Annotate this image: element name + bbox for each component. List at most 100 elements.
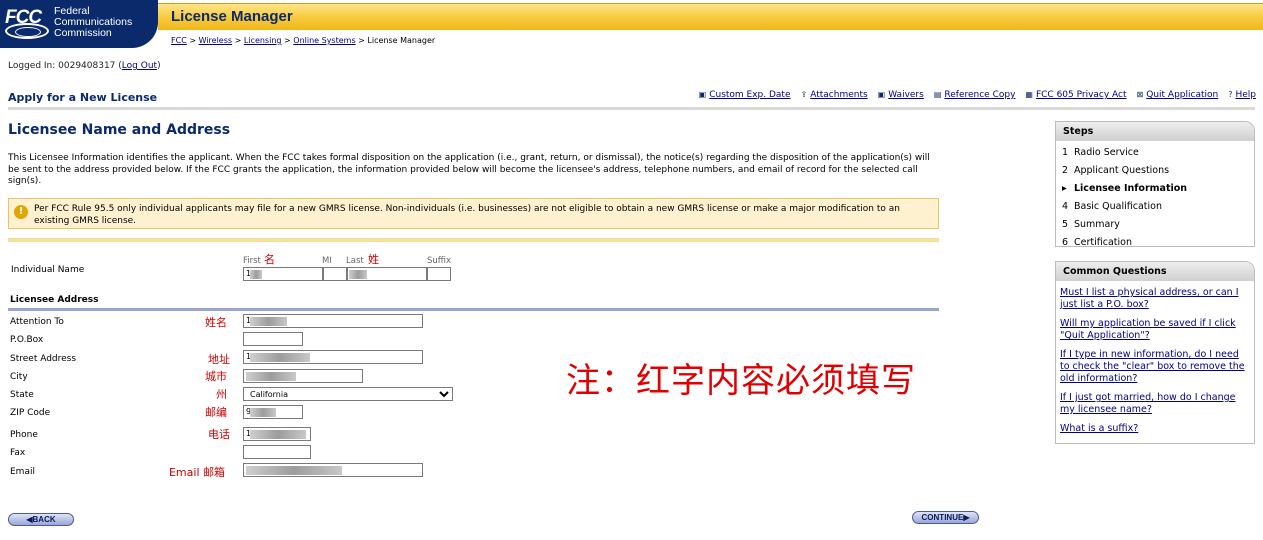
question-link[interactable]: If I just got married, how do I change m… — [1060, 392, 1235, 415]
phone-required-note: 电话 — [208, 428, 230, 441]
suffix-label: Suffix — [427, 256, 452, 266]
street-address-label: Street Address — [10, 354, 77, 364]
first-name-input[interactable]: 1 — [243, 267, 323, 281]
top-link-label[interactable]: Attachments — [810, 90, 867, 100]
attention-input[interactable]: 1 — [243, 314, 423, 328]
step-number: 1 — [1062, 147, 1069, 158]
section-title: Apply for a New License — [8, 91, 158, 104]
upload-icon: ⇪ — [800, 90, 808, 99]
fax-input[interactable] — [243, 445, 311, 459]
zip-code-label: ZIP Code — [10, 408, 51, 418]
first-name-required-note: 名 — [264, 253, 275, 266]
state-required-note: 州 — [216, 388, 227, 401]
zip-code-input[interactable]: 9 — [243, 405, 303, 419]
breadcrumb-separator: > — [355, 36, 368, 45]
breadcrumb: FCC > Wireless > Licensing > Online Syst… — [171, 36, 435, 45]
top-links: ▣ Custom Exp. Date ⇪ Attachments ▣ Waivers ▤ Re… — [689, 90, 1256, 100]
logout-link[interactable]: Log Out — [122, 61, 157, 71]
waiver-icon: ▣ — [877, 90, 886, 99]
step-number: 6 — [1062, 237, 1069, 248]
question-item: Will my application be saved if I click … — [1060, 318, 1250, 342]
question-link[interactable]: Will my application be saved if I click … — [1060, 318, 1236, 341]
street-address-input[interactable]: 1 — [243, 350, 423, 364]
login-status: Logged In: 0029408317 (Log Out) — [8, 61, 161, 71]
mi-label: MI — [322, 256, 332, 266]
required-fields-annotation: 注：红字内容必须填写 — [566, 361, 916, 401]
redacted-city — [246, 372, 296, 381]
email-required-note: Email 邮箱 — [168, 466, 225, 479]
attention-label: Attention To — [10, 317, 64, 327]
top-link-fcc-605-privacy-act[interactable]: ▦ FCC 605 Privacy Act — [1025, 90, 1126, 100]
step-item: ▸ Licensee Information — [1056, 180, 1254, 198]
top-link-help[interactable]: ? Help — [1228, 90, 1256, 100]
breadcrumb-item[interactable]: Wireless — [199, 36, 232, 45]
step-number: 5 — [1062, 219, 1069, 230]
top-link-reference-copy[interactable]: ▤ Reference Copy — [934, 90, 1016, 100]
question-link[interactable]: If I type in new information, do I need … — [1060, 349, 1245, 384]
common-questions-list: Must I list a physical address, or can I… — [1056, 281, 1254, 435]
city-label: City — [10, 372, 28, 382]
common-questions-panel: Common Questions Must I list a physical … — [1055, 261, 1255, 444]
last-name-label: Last — [346, 256, 364, 266]
question-link[interactable]: What is a suffix? — [1060, 423, 1138, 434]
steps-list: 1 Radio Service 2 Applicant Questions ▸ Licen… — [1056, 144, 1254, 252]
calendar-icon: ▣ — [698, 90, 707, 99]
top-link-label[interactable]: Custom Exp. Date — [709, 90, 790, 100]
breadcrumb-item[interactable]: Online Systems — [293, 36, 355, 45]
question-item: Must I list a physical address, or can I… — [1060, 287, 1250, 311]
continue-button[interactable]: CONTINUE▶ — [912, 511, 979, 524]
breadcrumb-item[interactable]: Licensing — [244, 36, 282, 45]
city-input[interactable] — [243, 369, 363, 383]
licensee-address-heading: Licensee Address — [10, 295, 99, 305]
email-label: Email — [10, 467, 35, 477]
middle-initial-input[interactable] — [323, 267, 347, 281]
last-name-input[interactable] — [347, 267, 427, 281]
gmrs-notice: ! Per FCC Rule 95.5 only individual appl… — [8, 198, 939, 229]
top-link-waivers[interactable]: ▣ Waivers — [878, 90, 924, 100]
help-icon: ? — [1228, 90, 1233, 99]
street-required-note: 地址 — [208, 353, 230, 366]
page-title: Licensee Name and Address — [8, 122, 231, 138]
top-link-label[interactable]: Quit Application — [1146, 90, 1218, 100]
redacted-zip — [250, 408, 276, 417]
step-label: Applicant Questions — [1074, 165, 1170, 176]
zip-required-note: 邮编 — [205, 406, 227, 419]
redacted-email — [246, 466, 342, 475]
step-number: 4 — [1062, 201, 1069, 212]
notice-text: Per FCC Rule 95.5 only individual applic… — [34, 204, 900, 226]
last-name-required-note: 姓 — [368, 253, 379, 266]
step-label: Certification — [1074, 237, 1132, 248]
top-link-label[interactable]: Reference Copy — [944, 90, 1015, 100]
breadcrumb-item[interactable]: FCC — [171, 36, 187, 45]
warning-icon: ! — [14, 205, 28, 219]
privacy-icon: ▦ — [1025, 90, 1033, 99]
po-box-input[interactable] — [243, 332, 303, 346]
phone-input[interactable]: 1 — [243, 427, 311, 441]
redacted-first-name — [250, 270, 262, 279]
top-link-quit-application[interactable]: ⊠ Quit Application — [1137, 90, 1219, 100]
question-item: If I type in new information, do I need … — [1060, 349, 1250, 385]
common-questions-title: Common Questions — [1056, 262, 1254, 281]
question-link[interactable]: Must I list a physical address, or can I… — [1060, 287, 1239, 310]
email-input[interactable] — [243, 463, 423, 477]
fax-label: Fax — [10, 448, 26, 458]
po-box-label: P.O.Box — [10, 335, 44, 345]
section-divider — [8, 107, 1255, 110]
top-link-custom-exp-date[interactable]: ▣ Custom Exp. Date — [699, 90, 791, 100]
app-title: License Manager — [171, 8, 293, 25]
top-link-attachments[interactable]: ⇪ Attachments — [801, 90, 868, 100]
top-link-label[interactable]: FCC 605 Privacy Act — [1036, 90, 1127, 100]
state-select[interactable]: California — [243, 387, 453, 401]
steps-panel: Steps 1 Radio Service 2 Applicant Questions… — [1055, 121, 1255, 248]
current-step-marker-icon: ▸ — [1062, 183, 1067, 194]
attention-required-note: 姓名 — [205, 316, 227, 329]
question-item: What is a suffix? — [1060, 423, 1250, 435]
city-required-note: 城市 — [205, 370, 227, 383]
step-label: Summary — [1074, 219, 1120, 230]
suffix-input[interactable] — [427, 267, 451, 281]
top-link-label[interactable]: Help — [1235, 90, 1256, 100]
step-item: 2 Applicant Questions — [1056, 162, 1254, 180]
fcc-logo[interactable]: FCC Federal Communications Commission — [0, 0, 158, 48]
top-link-label[interactable]: Waivers — [888, 90, 924, 100]
back-button[interactable]: ◀BACK — [8, 513, 74, 526]
